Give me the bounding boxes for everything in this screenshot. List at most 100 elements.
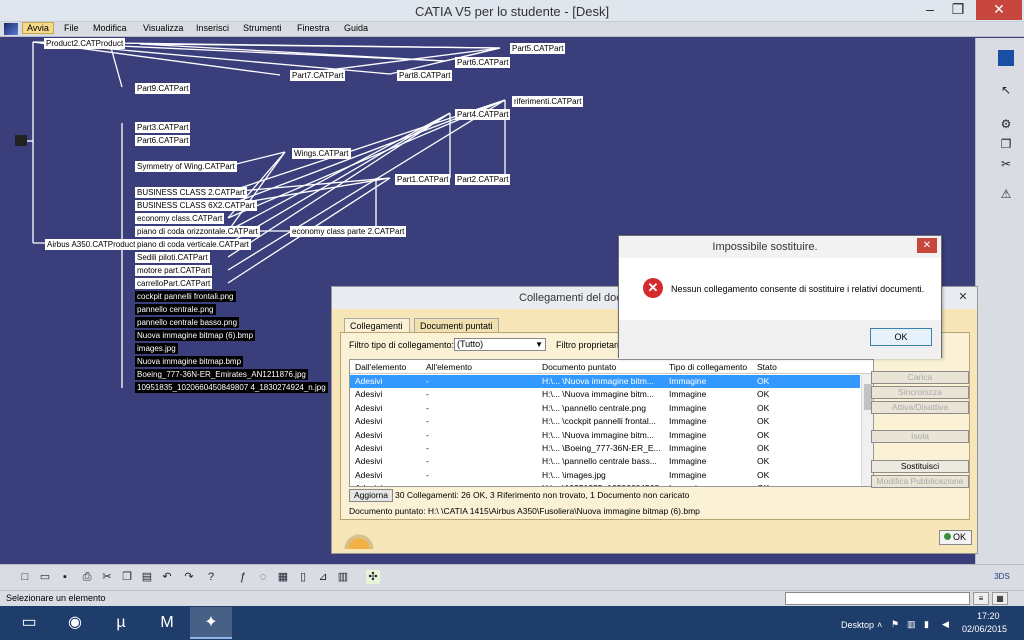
ok-button[interactable]: OK (939, 530, 972, 545)
table-row[interactable]: Adesivi - H:\... \Nuova immagine bitm... Im… (350, 429, 860, 442)
refresh-button[interactable]: Aggiorna (349, 489, 393, 502)
column-header[interactable]: All'elemento (426, 362, 472, 372)
tree-node[interactable]: piano di coda verticale.CATPart (135, 239, 251, 250)
save-icon[interactable]: ▪ (58, 570, 72, 584)
redo-icon[interactable]: ↷ (182, 570, 196, 584)
tree-node[interactable]: Part7.CATPart (290, 70, 346, 81)
tree-node[interactable]: Wings.CATPart (292, 148, 351, 159)
cut-icon[interactable]: ✂ (998, 156, 1014, 172)
measure-icon[interactable]: ▯ (296, 570, 310, 584)
tree-node[interactable]: Part2.CATPart (455, 174, 511, 185)
analysis-icon[interactable]: ⊿ (316, 570, 330, 584)
network-icon[interactable]: ▥ (907, 619, 916, 640)
attiva-disattiva-button[interactable]: Attiva/Disattiva (871, 401, 969, 414)
tree-node[interactable]: Boeing_777-36N-ER_Emirates_AN1211876.jpg (135, 369, 308, 380)
error-dialog-titlebar[interactable]: Impossibile sostituire. ✕ (619, 236, 941, 258)
print-icon[interactable]: ⎙ (80, 570, 94, 584)
tab-documenti-puntati[interactable]: Documenti puntati (414, 318, 499, 333)
table-row[interactable]: Adesivi - H:\... \cockpit pannelli frontal… (350, 415, 860, 428)
filter-type-select[interactable]: (Tutto) ▼ (454, 338, 546, 351)
minimize-button[interactable]: – (916, 0, 944, 20)
menu-file[interactable]: File (64, 23, 79, 33)
catia-logo-icon[interactable] (4, 23, 18, 35)
tree-node[interactable]: Product2.CATProduct (44, 38, 126, 49)
filter-icon[interactable]: ⚙ (998, 116, 1014, 132)
command-input[interactable] (785, 592, 970, 605)
column-header[interactable]: Stato (757, 362, 777, 372)
menu-guida[interactable]: Guida (344, 23, 368, 33)
command-button-icon[interactable]: ≡ (973, 592, 989, 605)
tab-collegamenti[interactable]: Collegamenti (344, 318, 410, 333)
tree-node[interactable]: Part5.CATPart (510, 43, 566, 54)
table-row[interactable]: Adesivi - H:\... \pannello centrale.png Imm… (350, 402, 860, 415)
tree-node[interactable]: pannello centrale.png (135, 304, 216, 315)
table-row[interactable]: Adesivi - H:\... \Nuova immagine bitm... Im… (350, 375, 860, 388)
carica-button[interactable]: Carica (871, 371, 969, 384)
undo-icon[interactable]: ↶ (160, 570, 174, 584)
warning-icon[interactable]: ⚠ (998, 186, 1014, 202)
paste-icon[interactable]: ▤ (140, 570, 154, 584)
grid-icon[interactable]: ▥ (336, 570, 350, 584)
menu-modifica[interactable]: Modifica (93, 23, 127, 33)
tree-node[interactable]: Part9.CATPart (135, 83, 191, 94)
comment-icon[interactable]: ◌ (256, 570, 270, 584)
chrome-icon[interactable]: ◉ (54, 607, 96, 639)
sostituisci-button[interactable]: Sostituisci (871, 460, 969, 473)
tree-node[interactable]: Part8.CATPart (397, 70, 453, 81)
tree-node[interactable]: BUSINESS CLASS 6X2.CATPart (135, 200, 257, 211)
tree-node[interactable]: pannello centrale basso.png (135, 317, 240, 328)
utorrent-icon[interactable]: µ (100, 607, 142, 639)
close-button[interactable]: ✕ (976, 0, 1022, 20)
tree-node[interactable]: riferimenti.CATPart (512, 96, 584, 107)
tree-node[interactable]: Airbus A350.CATProduct (45, 239, 138, 250)
battery-icon[interactable]: ▮ (924, 619, 929, 640)
select-arrow-icon[interactable]: ↖ (998, 82, 1014, 98)
menu-inserisci[interactable]: Inserisci (196, 23, 229, 33)
tree-node[interactable]: Nuova immagine bitmap (6).bmp (135, 330, 256, 341)
modifica-pubblicazione-button[interactable]: Modifica Pubblicazione (871, 475, 969, 488)
open-icon[interactable]: ▭ (38, 570, 52, 584)
formula-icon[interactable]: ƒ (236, 570, 250, 584)
tree-node[interactable]: images.jpg (135, 343, 178, 354)
grid-button-icon[interactable]: ▦ (992, 592, 1008, 605)
tree-node[interactable]: Part6.CATPart (135, 135, 191, 146)
tree-node[interactable]: Sedili piloti.CATPart (135, 252, 210, 263)
isola-button[interactable]: Isola (871, 430, 969, 443)
fit-all-icon[interactable]: ✣ (366, 570, 380, 584)
close-icon[interactable]: ✕ (955, 290, 971, 304)
help-icon[interactable]: ? (204, 570, 218, 584)
new-icon[interactable]: □ (18, 570, 32, 584)
table-row[interactable]: Adesivi - H:\... \Nuova immagine bitm... Im… (350, 388, 860, 401)
copy-icon[interactable]: ❐ (120, 570, 134, 584)
table-row[interactable]: Adesivi - H:\... \images.jpg Immagine OK (350, 469, 860, 482)
table-row[interactable]: Adesivi - H:\... \pannello centrale bass..… (350, 455, 860, 468)
desktop-toolbar-label[interactable]: Desktop (841, 620, 874, 640)
chevron-up-icon[interactable]: ˄ (877, 620, 882, 640)
table-row[interactable]: Adesivi - H:\... \10951835_10206604508...I… (350, 482, 860, 486)
tree-node[interactable]: carrelloPart.CATPart (135, 278, 213, 289)
tree-node[interactable]: Part6.CATPart (455, 57, 511, 68)
table-icon[interactable]: ▦ (276, 570, 290, 584)
matlab-icon[interactable]: M (146, 607, 188, 639)
tree-node[interactable]: economy class.CATPart (135, 213, 225, 224)
tree-node[interactable]: Part3.CATPart (135, 122, 191, 133)
menu-visualizza[interactable]: Visualizza (143, 23, 183, 33)
maximize-button[interactable]: ❐ (944, 0, 972, 20)
root-icon[interactable] (15, 135, 27, 146)
copy-icon[interactable]: ❐ (998, 136, 1014, 152)
close-button[interactable]: ✕ (917, 238, 937, 253)
flag-icon[interactable]: ⚑ (891, 619, 899, 640)
ok-button[interactable]: OK (870, 328, 932, 346)
column-header[interactable]: Documento puntato (542, 362, 616, 372)
menu-avvia[interactable]: Avvia (22, 22, 54, 34)
column-header[interactable]: Dall'elemento (355, 362, 406, 372)
tree-node[interactable]: Symmetry of Wing.CATPart (135, 161, 237, 172)
tree-node[interactable]: Part4.CATPart (455, 109, 511, 120)
tree-node[interactable]: economy class parte 2.CATPart (290, 226, 407, 237)
table-row[interactable]: Adesivi - H:\... \Boeing_777-36N-ER_E... Im… (350, 442, 860, 455)
tree-node[interactable]: Part1.CATPart (395, 174, 451, 185)
tree-node[interactable]: piano di coda orizzontale.CATPart (135, 226, 260, 237)
tree-node[interactable]: 10951835_1020660450849807 4_1830274924_n… (135, 382, 328, 393)
clock-date[interactable]: 02/06/2015 (962, 624, 1007, 640)
tree-node[interactable]: cockpit pannelli frontali.png (135, 291, 236, 302)
